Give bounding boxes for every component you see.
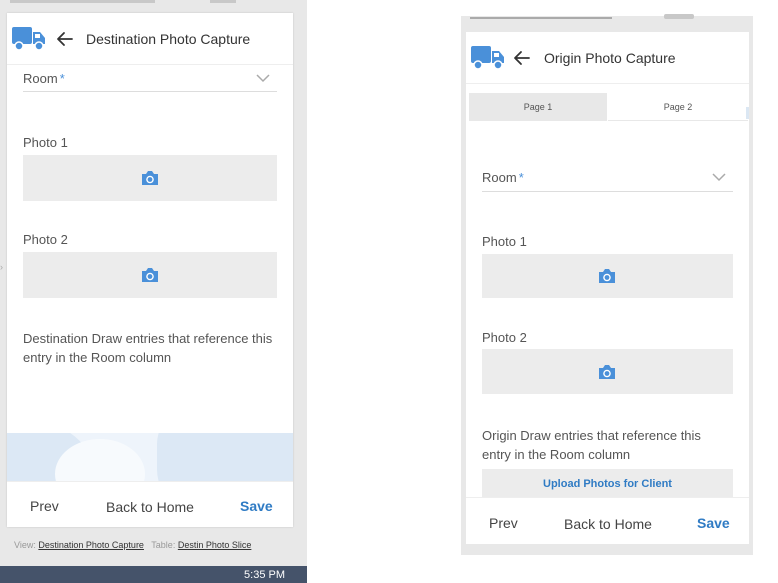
- back-to-home-button[interactable]: Back to Home: [106, 499, 194, 515]
- background-illustration: [7, 433, 293, 481]
- page-title: Destination Photo Capture: [86, 31, 251, 47]
- view-label: View:: [14, 540, 36, 550]
- camera-icon: [142, 268, 158, 282]
- view-link[interactable]: Destination Photo Capture: [38, 540, 144, 550]
- arrow-left-icon[interactable]: [512, 48, 532, 68]
- chevron-down-icon[interactable]: [256, 74, 270, 83]
- app-footer: Prev Back to Home Save: [466, 497, 749, 544]
- photo2-capture-button[interactable]: [23, 252, 277, 298]
- left-edge-marker: ›: [0, 262, 3, 272]
- camera-icon: [599, 365, 615, 379]
- photo2-label: Photo 2: [482, 330, 527, 345]
- tab-scroll-indicator: [746, 107, 749, 119]
- page-title: Origin Photo Capture: [544, 50, 676, 66]
- page-tabs: Page 1 Page 2: [469, 93, 749, 121]
- upload-photos-button[interactable]: Upload Photos for Client: [482, 469, 733, 497]
- prev-button[interactable]: Prev: [30, 498, 59, 514]
- photo2-label: Photo 2: [23, 232, 68, 247]
- table-link[interactable]: Destin Photo Slice: [178, 540, 252, 550]
- app-header: Origin Photo Capture: [466, 32, 749, 84]
- destination-photo-capture-app: Destination Photo Capture Room * Photo 1 …: [7, 13, 293, 527]
- tab-page-2[interactable]: Page 2: [608, 93, 748, 121]
- room-select-underline: [23, 91, 277, 92]
- truck-icon: [471, 46, 504, 70]
- right-top-strip-2: [664, 14, 694, 19]
- os-taskbar: 5:35 PM: [0, 566, 307, 583]
- tab-page-1[interactable]: Page 1: [469, 93, 607, 121]
- taskbar-clock: 5:35 PM: [244, 569, 285, 581]
- chevron-down-icon[interactable]: [712, 173, 726, 182]
- truck-icon: [12, 27, 45, 51]
- left-top-strip-2: [210, 0, 236, 3]
- table-label: Table:: [151, 540, 176, 550]
- related-entries-description: Destination Draw entries that reference …: [23, 331, 273, 365]
- arrow-left-icon[interactable]: [55, 29, 75, 49]
- prev-button[interactable]: Prev: [489, 515, 518, 531]
- view-table-breadcrumb: View: Destination Photo Capture Table: D…: [14, 540, 251, 550]
- left-top-strip: [10, 0, 155, 3]
- back-to-home-button[interactable]: Back to Home: [564, 516, 652, 532]
- app-footer: Prev Back to Home Save: [7, 481, 293, 527]
- photo2-capture-button[interactable]: [482, 349, 733, 394]
- photo1-label: Photo 1: [23, 135, 68, 150]
- related-entries-description: Origin Draw entries that reference this …: [482, 428, 701, 462]
- photo1-label: Photo 1: [482, 234, 527, 249]
- save-button[interactable]: Save: [697, 515, 730, 531]
- photo1-capture-button[interactable]: [23, 155, 277, 201]
- right-top-strip: [470, 17, 612, 19]
- app-header: Destination Photo Capture: [7, 13, 293, 65]
- camera-icon: [142, 171, 158, 185]
- room-label: Room *: [23, 71, 65, 86]
- save-button[interactable]: Save: [240, 498, 273, 514]
- camera-icon: [599, 269, 615, 283]
- room-select-underline: [482, 191, 733, 192]
- room-label: Room *: [482, 170, 524, 185]
- photo1-capture-button[interactable]: [482, 254, 733, 298]
- origin-photo-capture-app: Origin Photo Capture Page 1 Page 2 Room *…: [466, 32, 749, 544]
